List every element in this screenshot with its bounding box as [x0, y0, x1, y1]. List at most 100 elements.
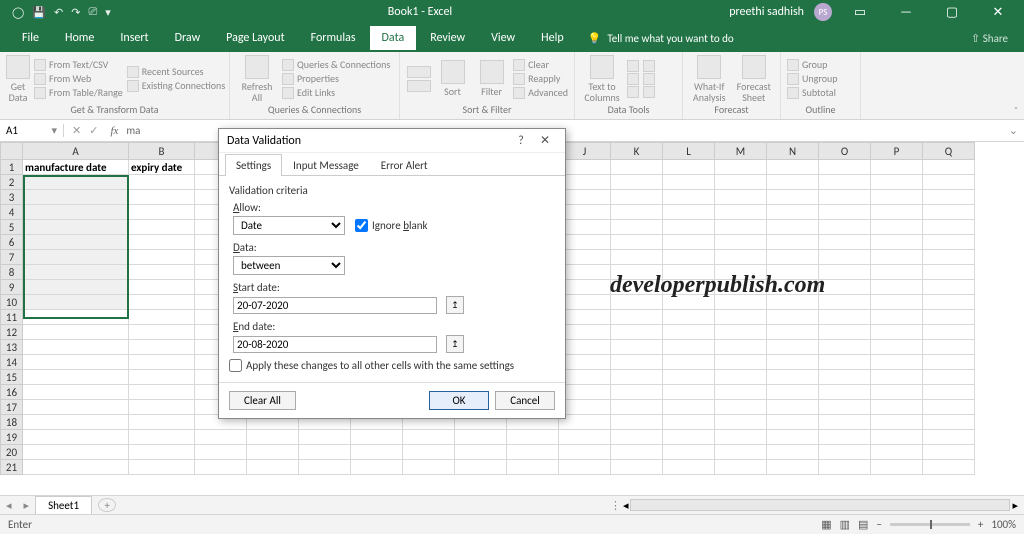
- cell[interactable]: [611, 355, 663, 370]
- cell[interactable]: [23, 310, 129, 325]
- cell[interactable]: [923, 265, 975, 280]
- cell[interactable]: [129, 385, 195, 400]
- cell[interactable]: [129, 415, 195, 430]
- cell[interactable]: [129, 310, 195, 325]
- cell[interactable]: [819, 250, 871, 265]
- flash-fill[interactable]: [627, 60, 639, 72]
- row-header[interactable]: 6: [1, 235, 23, 250]
- cell[interactable]: [611, 415, 663, 430]
- tab-insert[interactable]: Insert: [108, 26, 160, 50]
- cell[interactable]: [819, 205, 871, 220]
- cell[interactable]: [663, 310, 715, 325]
- sheet-tab[interactable]: Sheet1: [35, 496, 92, 514]
- cell[interactable]: [871, 220, 923, 235]
- maximize-icon[interactable]: ▢: [934, 5, 970, 20]
- cell[interactable]: [351, 445, 403, 460]
- cell[interactable]: [559, 160, 611, 175]
- cell[interactable]: [767, 325, 819, 340]
- cell[interactable]: [23, 400, 129, 415]
- cell[interactable]: [663, 415, 715, 430]
- user-avatar[interactable]: PS: [814, 3, 832, 21]
- cell[interactable]: [195, 445, 247, 460]
- cell[interactable]: [23, 445, 129, 460]
- cell[interactable]: [663, 235, 715, 250]
- forecast-sheet-button[interactable]: Forecast Sheet: [734, 55, 775, 103]
- cell[interactable]: [819, 265, 871, 280]
- cell[interactable]: [871, 280, 923, 295]
- cell[interactable]: [129, 265, 195, 280]
- cell[interactable]: [23, 250, 129, 265]
- cell[interactable]: [923, 370, 975, 385]
- cell[interactable]: [195, 460, 247, 475]
- cell[interactable]: [767, 250, 819, 265]
- dialog-tab-input-message[interactable]: Input Message: [282, 154, 370, 176]
- cell[interactable]: [559, 400, 611, 415]
- cell[interactable]: [663, 340, 715, 355]
- cell[interactable]: [559, 250, 611, 265]
- cell[interactable]: [819, 430, 871, 445]
- split-icon[interactable]: ⋮: [610, 499, 621, 512]
- cell[interactable]: [819, 280, 871, 295]
- cell[interactable]: [767, 445, 819, 460]
- cell[interactable]: [923, 220, 975, 235]
- cell[interactable]: [663, 325, 715, 340]
- col-header[interactable]: P: [871, 143, 923, 160]
- cell[interactable]: [129, 325, 195, 340]
- text-to-columns-button[interactable]: Text to Columns: [581, 55, 623, 103]
- cell[interactable]: [611, 445, 663, 460]
- horizontal-scrollbar[interactable]: [630, 499, 1010, 511]
- cell[interactable]: [559, 355, 611, 370]
- cell[interactable]: [819, 295, 871, 310]
- cell[interactable]: [611, 460, 663, 475]
- scroll-left-icon[interactable]: ◂: [623, 499, 629, 512]
- cell[interactable]: [715, 445, 767, 460]
- row-header[interactable]: 20: [1, 445, 23, 460]
- cell[interactable]: [767, 205, 819, 220]
- cell[interactable]: [663, 175, 715, 190]
- cell[interactable]: [871, 295, 923, 310]
- tab-review[interactable]: Review: [418, 26, 477, 50]
- subtotal-button[interactable]: Subtotal: [787, 86, 837, 99]
- cell[interactable]: [129, 250, 195, 265]
- cell[interactable]: [663, 385, 715, 400]
- cell[interactable]: [767, 160, 819, 175]
- row-header[interactable]: 17: [1, 400, 23, 415]
- cell[interactable]: [715, 220, 767, 235]
- row-header[interactable]: 11: [1, 310, 23, 325]
- normal-view-icon[interactable]: ▦: [821, 518, 831, 531]
- dialog-help-icon[interactable]: ?: [509, 134, 533, 148]
- name-box[interactable]: A1▾: [0, 124, 64, 137]
- cell[interactable]: [611, 385, 663, 400]
- cell[interactable]: [129, 445, 195, 460]
- from-web[interactable]: From Web: [34, 72, 123, 85]
- cell[interactable]: [559, 265, 611, 280]
- cell[interactable]: [715, 340, 767, 355]
- tab-draw[interactable]: Draw: [163, 26, 213, 50]
- share-button[interactable]: ⇧ Share: [971, 32, 1024, 45]
- edit-links[interactable]: Edit Links: [282, 86, 390, 99]
- cell[interactable]: [559, 235, 611, 250]
- close-icon[interactable]: ✕: [980, 5, 1016, 20]
- cell[interactable]: [129, 280, 195, 295]
- cell[interactable]: [559, 190, 611, 205]
- cell[interactable]: [23, 280, 129, 295]
- cell[interactable]: [611, 220, 663, 235]
- cell[interactable]: [247, 460, 299, 475]
- cell[interactable]: [23, 370, 129, 385]
- cell[interactable]: [715, 430, 767, 445]
- tab-help[interactable]: Help: [529, 26, 576, 50]
- dialog-tab-error-alert[interactable]: Error Alert: [370, 154, 439, 176]
- manage-data-model[interactable]: [643, 86, 655, 98]
- cell[interactable]: [871, 430, 923, 445]
- cell[interactable]: [663, 445, 715, 460]
- relationships[interactable]: [643, 73, 655, 85]
- group-button[interactable]: Group: [787, 58, 837, 71]
- page-break-icon[interactable]: ▤: [858, 518, 868, 531]
- cell[interactable]: [129, 175, 195, 190]
- redo-icon[interactable]: ↷: [71, 6, 80, 19]
- cell[interactable]: [923, 355, 975, 370]
- cell[interactable]: [611, 400, 663, 415]
- col-header[interactable]: B: [129, 143, 195, 160]
- zoom-in-icon[interactable]: +: [978, 518, 983, 531]
- tab-home[interactable]: Home: [53, 26, 106, 50]
